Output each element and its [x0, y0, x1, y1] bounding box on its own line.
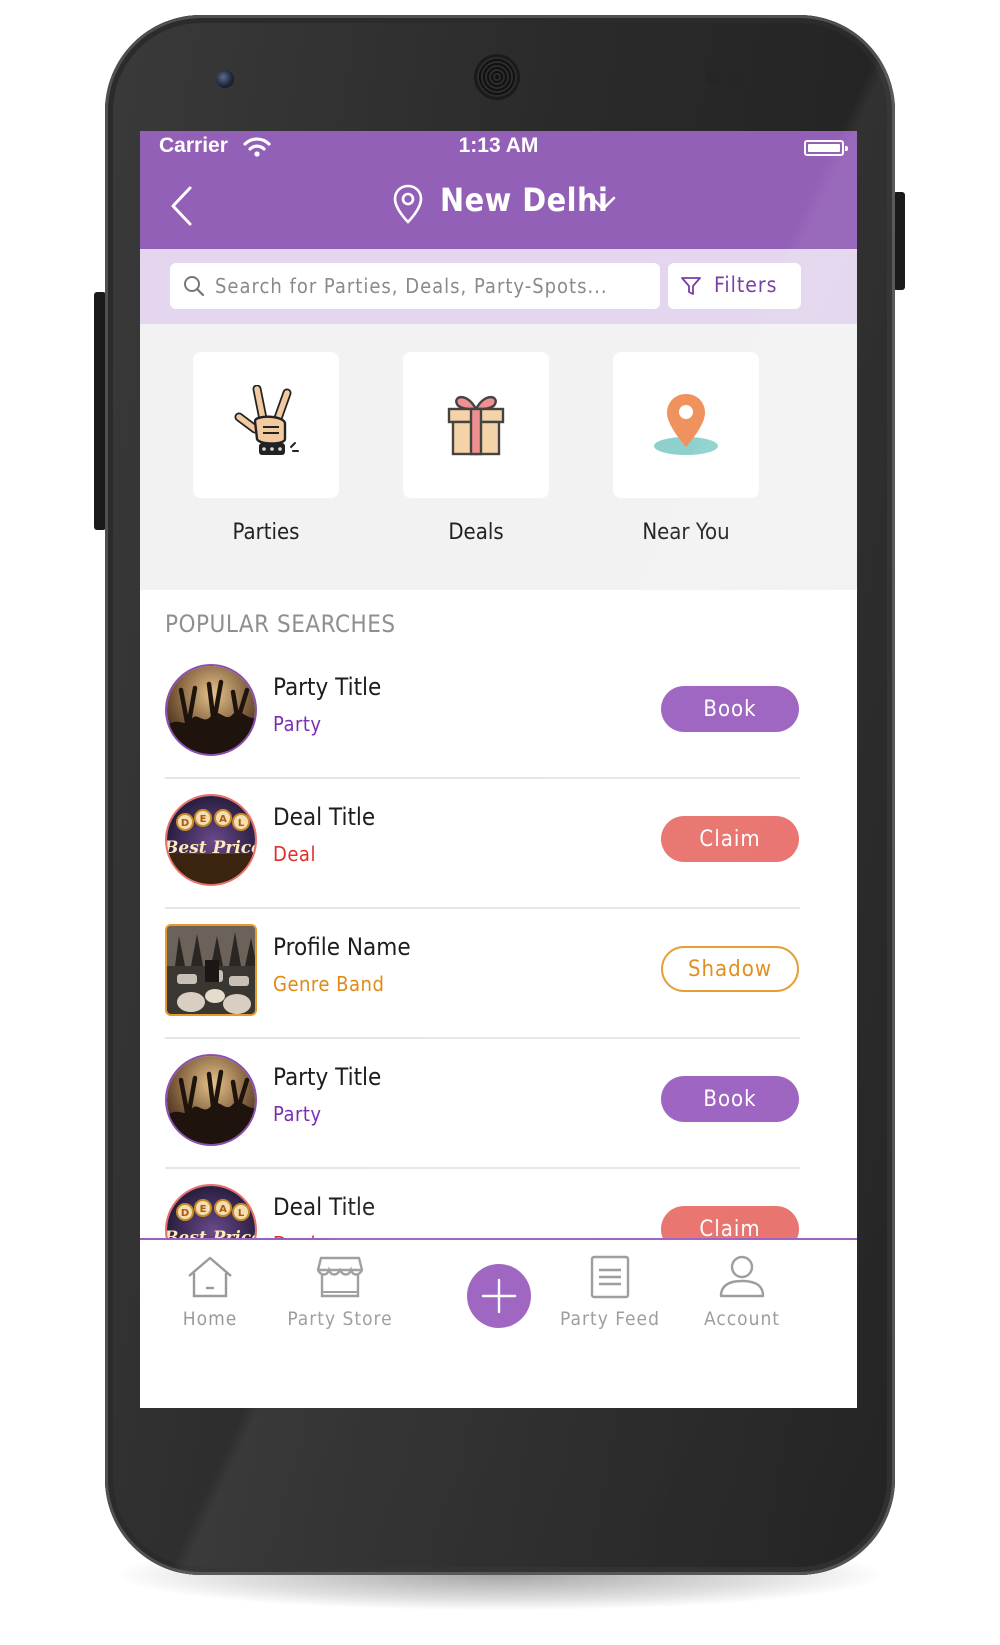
book-button[interactable]: Book [661, 686, 799, 732]
filter-icon [681, 277, 701, 295]
list-item[interactable]: Party Title Party Book [165, 1039, 800, 1169]
map-pin-icon [654, 394, 718, 455]
category-near-you[interactable]: Near You [613, 352, 759, 545]
rock-hand-icon [234, 385, 299, 455]
category-label: Deals [448, 520, 504, 545]
account-icon [719, 1255, 765, 1298]
book-button[interactable]: Book [661, 1076, 799, 1122]
item-title: Party Title [273, 673, 382, 701]
category-card[interactable] [613, 352, 759, 498]
item-type: Genre Band [273, 972, 385, 996]
shadow-button[interactable]: Shadow [661, 946, 799, 992]
status-bar: Carrier 1:13 AM [140, 131, 857, 163]
badge-letter: E [200, 1204, 207, 1215]
list-item[interactable]: D E A L Best Price Deal Title Deal Claim [165, 779, 800, 909]
search-input[interactable] [215, 263, 650, 309]
list-item[interactable]: Profile Name Genre Band Shadow [165, 909, 800, 1039]
item-type: Party [273, 1102, 322, 1126]
badge-letter: E [200, 814, 207, 825]
badge-letter: A [219, 1204, 227, 1215]
item-type: Deal [273, 842, 316, 866]
party-thumbnail [165, 1054, 257, 1146]
search-box [170, 263, 660, 309]
screen-bottom-edge [140, 1348, 857, 1408]
feed-icon [590, 1255, 630, 1299]
popular-results-list: Party Title Party Book D E A L Best Pric… [165, 649, 800, 1299]
city-selector[interactable]: New Delhi [440, 181, 608, 219]
deal-thumbnail: D E A L Best Price [165, 794, 257, 886]
light-sensor [728, 71, 742, 85]
tab-label: Home [182, 1308, 238, 1330]
tab-label: Party Feed [560, 1308, 660, 1330]
earpiece-speaker [477, 57, 517, 97]
tab-account[interactable]: Account [672, 1254, 812, 1330]
badge-letter: L [238, 1208, 245, 1219]
profile-thumbnail [165, 924, 257, 1016]
chevron-down-icon[interactable] [590, 195, 616, 213]
item-title: Profile Name [273, 933, 411, 961]
search-bar-area: Filters [140, 249, 857, 324]
battery-icon [804, 140, 848, 156]
proximity-sensor [706, 71, 720, 85]
item-type: Party [273, 712, 322, 736]
front-camera [216, 70, 234, 88]
badge-letter: D [181, 818, 189, 829]
tab-party-feed[interactable]: Party Feed [540, 1254, 680, 1330]
filters-button[interactable]: Filters [668, 263, 801, 309]
tab-party-store[interactable]: Party Store [270, 1254, 410, 1330]
category-label: Near You [642, 520, 730, 545]
category-parties[interactable]: Parties [193, 352, 339, 545]
tab-home[interactable]: Home [140, 1254, 280, 1330]
item-title: Deal Title [273, 803, 376, 831]
category-section: Parties Deals Near You [140, 324, 857, 590]
badge-letter: D [181, 1208, 189, 1219]
badge-letter: A [219, 814, 227, 825]
category-deals[interactable]: Deals [403, 352, 549, 545]
category-card[interactable] [193, 352, 339, 498]
store-icon [316, 1256, 364, 1298]
badge-letter: L [238, 818, 245, 829]
item-title: Deal Title [273, 1193, 376, 1221]
create-button[interactable] [467, 1264, 531, 1328]
deal-badge-text: Best Price [167, 838, 257, 858]
popular-searches-heading: POPULAR SEARCHES [165, 610, 396, 638]
search-icon [184, 276, 205, 297]
claim-button[interactable]: Claim [661, 816, 799, 862]
gift-icon [447, 395, 505, 456]
party-thumbnail [165, 664, 257, 756]
category-card[interactable] [403, 352, 549, 498]
tab-label: Account [704, 1308, 780, 1330]
tab-label: Party Store [287, 1308, 393, 1330]
home-icon [188, 1256, 232, 1298]
item-title: Party Title [273, 1063, 382, 1091]
bottom-tab-bar: Home Party Store Party Feed Account [140, 1238, 857, 1348]
plus-icon [481, 1278, 517, 1314]
location-pin-icon [393, 184, 423, 224]
filters-label: Filters [714, 273, 778, 297]
list-item[interactable]: Party Title Party Book [165, 649, 800, 779]
location-header: New Delhi [140, 163, 857, 249]
status-time: 1:13 AM [458, 134, 539, 157]
category-label: Parties [232, 520, 300, 545]
back-icon[interactable] [168, 185, 194, 227]
app-screen: Carrier 1:13 AM New Delhi Search for Par… [140, 131, 857, 1408]
